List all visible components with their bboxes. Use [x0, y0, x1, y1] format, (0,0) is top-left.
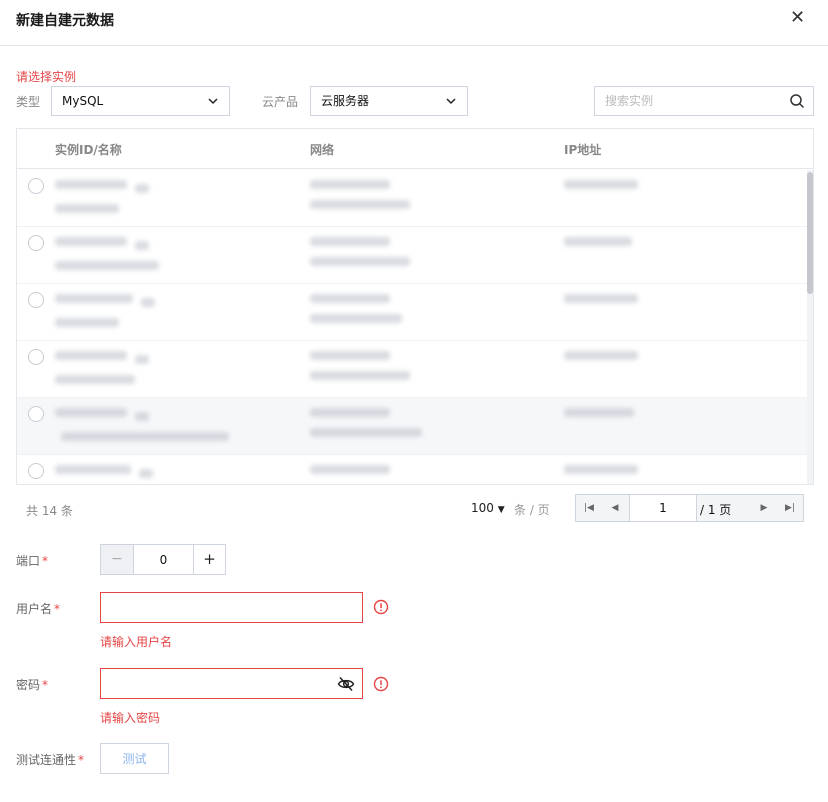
port-input[interactable]	[133, 545, 194, 574]
close-icon[interactable]: ✕	[790, 8, 805, 28]
row-radio[interactable]	[28, 463, 44, 479]
scrollbar-thumb[interactable]	[807, 172, 813, 294]
page-size-select[interactable]: 100 ▼	[471, 501, 505, 515]
last-page-icon[interactable]: ▶|	[777, 495, 803, 521]
select-instance-warning: 请选择实例	[16, 70, 77, 84]
search-input[interactable]	[595, 87, 785, 115]
column-instance-id: 实例ID/名称	[55, 143, 122, 157]
error-icon	[373, 676, 389, 692]
username-input[interactable]	[101, 593, 326, 622]
row-radio[interactable]	[28, 292, 44, 308]
dialog-header: 新建自建元数据 ✕	[0, 0, 828, 46]
product-select-value: 云服务器	[321, 94, 370, 108]
row-radio[interactable]	[28, 235, 44, 251]
port-label: 端口 *	[16, 554, 49, 568]
table-row[interactable]	[17, 341, 807, 398]
eye-off-icon[interactable]	[337, 675, 355, 693]
port-stepper: − +	[100, 544, 226, 575]
test-connectivity-label: 测试连通性 *	[16, 753, 85, 767]
username-field	[100, 592, 363, 623]
password-label: 密码 *	[16, 678, 49, 692]
type-label: 类型	[16, 95, 41, 109]
instance-table: 实例ID/名称 网络 IP地址	[16, 128, 814, 485]
error-icon	[373, 599, 389, 615]
table-header: 实例ID/名称 网络 IP地址	[17, 129, 813, 169]
table-row[interactable]	[17, 455, 807, 484]
page-size-value: 100	[471, 501, 494, 515]
chevron-down-icon	[445, 87, 457, 118]
type-select-value: MySQL	[62, 94, 104, 108]
password-field	[100, 668, 363, 699]
increment-button[interactable]: +	[194, 545, 225, 574]
table-scrollbar[interactable]	[807, 170, 813, 484]
test-button[interactable]: 测试	[100, 743, 169, 774]
row-radio[interactable]	[28, 178, 44, 194]
password-error: 请输入密码	[100, 711, 161, 725]
table-row[interactable]	[17, 284, 807, 341]
table-body	[17, 170, 807, 484]
next-page-icon[interactable]: ▶	[751, 495, 777, 521]
page-size-unit: 条 / 页	[514, 503, 550, 517]
username-label: 用户名 *	[16, 602, 61, 616]
dialog-title: 新建自建元数据	[16, 13, 114, 29]
instance-search	[594, 86, 814, 116]
column-network: 网络	[310, 143, 335, 157]
password-input[interactable]	[101, 669, 326, 698]
table-row[interactable]	[17, 170, 807, 227]
product-label: 云产品	[262, 95, 299, 109]
row-radio[interactable]	[28, 349, 44, 365]
prev-page-icon[interactable]: ◀	[602, 495, 628, 521]
chevron-down-icon: ▼	[497, 505, 505, 515]
table-row[interactable]	[17, 227, 807, 284]
product-select[interactable]: 云服务器	[310, 86, 468, 116]
chevron-down-icon	[207, 87, 219, 118]
first-page-icon[interactable]: |◀	[576, 495, 602, 521]
type-select[interactable]: MySQL	[51, 86, 230, 116]
page-number-input[interactable]	[629, 494, 697, 522]
decrement-button[interactable]: −	[101, 545, 133, 574]
column-ip-address: IP地址	[564, 143, 602, 157]
username-error: 请输入用户名	[100, 635, 173, 649]
row-radio[interactable]	[28, 406, 44, 422]
table-row[interactable]	[17, 398, 807, 455]
total-count: 共 14 条	[26, 504, 73, 518]
search-icon[interactable]	[789, 93, 805, 109]
pager: |◀ ◀ / 1 页 ▶ ▶|	[575, 494, 804, 522]
total-pages: / 1 页	[700, 503, 732, 517]
